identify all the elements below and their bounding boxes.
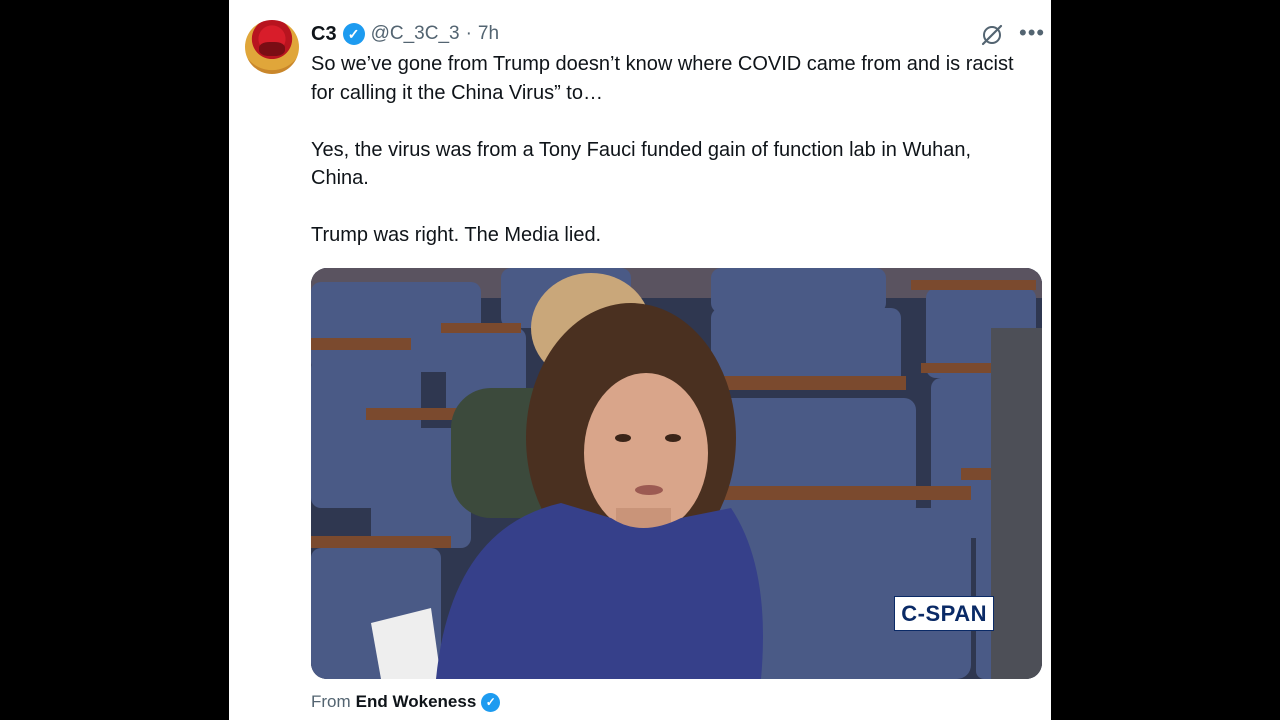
post-text: So we’ve gone from Trump doesn’t know wh… — [311, 50, 1031, 250]
verified-badge-icon: ✓ — [481, 692, 501, 712]
video-source: From End Wokeness ✓ — [311, 690, 501, 714]
video-player[interactable]: C-SPAN — [311, 268, 1042, 679]
source-account-name[interactable]: End Wokeness — [356, 692, 477, 712]
post-timestamp[interactable]: 7h — [478, 23, 499, 45]
post-card[interactable]: C3 ✓ @C_3C_3 · 7h ••• So we’ve gone from… — [229, 0, 1051, 720]
author-handle[interactable]: @C_3C_3 — [371, 23, 460, 45]
cspan-watermark: C-SPAN — [894, 596, 994, 631]
header-separator: · — [465, 23, 472, 44]
source-prefix: From — [311, 692, 351, 711]
author-display-name[interactable]: C3 — [311, 23, 337, 46]
grok-icon[interactable] — [979, 22, 1005, 48]
post-paragraph: Yes, the virus was from a Tony Fauci fun… — [311, 138, 972, 190]
post-header: C3 ✓ @C_3C_3 · 7h — [311, 20, 499, 48]
post-paragraph: Trump was right. The Media lied. — [311, 224, 602, 246]
more-options-icon[interactable]: ••• — [1019, 20, 1045, 46]
post-paragraph: So we’ve gone from Trump doesn’t know wh… — [311, 53, 1014, 104]
verified-badge-icon: ✓ — [342, 23, 365, 45]
author-avatar[interactable] — [245, 20, 299, 74]
